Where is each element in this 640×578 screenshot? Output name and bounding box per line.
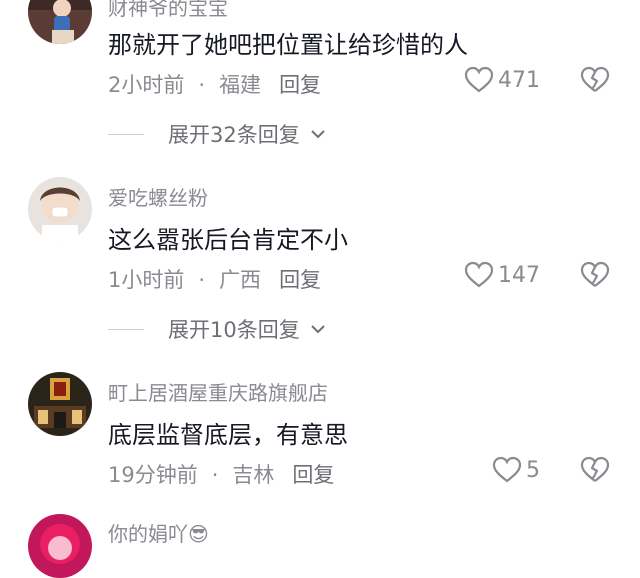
chevron-down-icon: [311, 130, 325, 139]
avatar[interactable]: [28, 177, 92, 241]
comment-username[interactable]: 町上居酒屋重庆路旗舰店: [108, 377, 328, 406]
comment-location: 吉林: [232, 463, 275, 487]
broken-heart-icon: [580, 66, 610, 92]
like-button[interactable]: 147: [464, 261, 540, 289]
like-count: 147: [498, 262, 540, 288]
comment-location: 福建: [219, 73, 262, 97]
divider-line: [108, 328, 144, 330]
expand-label: 展开10条回复: [168, 318, 300, 342]
divider-line: [108, 133, 144, 135]
reply-button[interactable]: 回复: [279, 268, 321, 292]
comment-meta: 2小时前 · 福建 回复: [108, 69, 321, 99]
meta-separator: ·: [198, 73, 206, 97]
dislike-button[interactable]: [580, 261, 610, 291]
broken-heart-icon: [580, 261, 610, 287]
dislike-button[interactable]: [580, 66, 610, 96]
chevron-down-icon: [311, 325, 325, 334]
meta-separator: ·: [211, 463, 219, 487]
avatar[interactable]: [28, 0, 92, 44]
heart-icon: [464, 66, 494, 93]
dislike-button[interactable]: [580, 456, 610, 486]
heart-icon: [464, 261, 494, 288]
reply-button[interactable]: 回复: [279, 73, 321, 97]
heart-icon: [492, 456, 522, 483]
expand-label: 展开32条回复: [168, 123, 300, 147]
comment-time: 2小时前: [108, 73, 185, 97]
broken-heart-icon: [580, 456, 610, 482]
comment-text: 底层监督底层，有意思: [108, 421, 348, 449]
comment-time: 19分钟前: [108, 463, 198, 487]
comment-username[interactable]: 财神爷的宝宝: [108, 0, 228, 21]
like-count: 5: [526, 457, 540, 483]
avatar[interactable]: [28, 514, 92, 578]
comment-text: 这么嚣张后台肯定不小: [108, 226, 348, 254]
expand-replies-button[interactable]: 展开32条回复: [108, 119, 326, 149]
comment-meta: 19分钟前 · 吉林 回复: [108, 459, 334, 489]
avatar[interactable]: [28, 372, 92, 436]
expand-replies-button[interactable]: 展开10条回复: [108, 314, 326, 344]
like-button[interactable]: 471: [464, 66, 540, 94]
like-count: 471: [498, 67, 540, 93]
comment-meta: 1小时前 · 广西 回复: [108, 264, 321, 294]
like-button[interactable]: 5: [492, 456, 540, 484]
comment-username[interactable]: 你的娟吖😎: [108, 518, 209, 547]
meta-separator: ·: [198, 268, 206, 292]
reply-button[interactable]: 回复: [292, 463, 334, 487]
comment-username[interactable]: 爱吃螺丝粉: [108, 182, 208, 211]
comment-location: 广西: [219, 268, 262, 292]
comment-time: 1小时前: [108, 268, 185, 292]
comment-text: 那就开了她吧把位置让给珍惜的人: [108, 31, 468, 59]
